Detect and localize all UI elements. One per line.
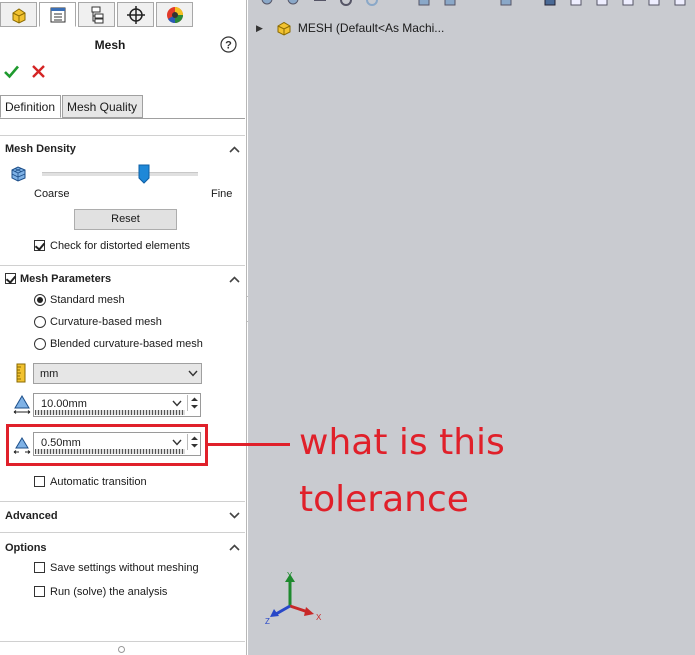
radio-standard-mesh[interactable] [34,294,46,306]
run-analysis-checkbox[interactable] [34,586,45,597]
chevron-down-icon[interactable] [229,512,240,519]
display-manager-icon [166,6,183,23]
advanced-title[interactable]: Advanced [5,510,58,522]
annotation-line-2: tolerance [299,479,469,520]
check-distorted-label[interactable]: Check for distorted elements [50,240,190,252]
spin-arrows-icon[interactable] [187,395,201,411]
tree-expand-arrow-icon[interactable]: ▶ [256,23,263,34]
property-manager-icon [50,7,65,22]
tree-item-label[interactable]: MESH (Default<As Machi... [298,21,444,35]
section-view-icon[interactable] [364,0,380,8]
y-axis-label: Y [287,571,293,580]
graphics-area[interactable]: ▶ MESH (Default<As Machi... Y X Z [248,0,695,655]
tab-definition[interactable]: Definition [0,95,61,118]
coordinate-triad: Y X Z [265,571,322,626]
tab-display-manager[interactable] [156,2,193,27]
chevron-up-icon[interactable] [229,146,240,153]
coarse-label: Coarse [34,188,70,200]
view-orientation-icon[interactable] [416,0,432,8]
z-axis-label: Z [265,617,270,626]
x-axis-arrowhead [304,607,314,616]
view-left-icon[interactable] [620,0,636,8]
hide-show-icon[interactable] [498,0,514,8]
tab-property-manager[interactable] [39,2,76,27]
mesh-density-slider-thumb[interactable] [138,164,150,184]
check-distorted-checkbox[interactable] [34,240,45,251]
mesh-density-icon [11,166,26,182]
element-size-thumbwheel[interactable] [35,410,185,415]
element-size-field[interactable]: 10.00mm [33,393,201,417]
svg-text:?: ? [225,40,232,52]
zoom-to-fit-icon[interactable] [260,0,276,8]
tab-divider [0,118,245,119]
mesh-density-slider-track[interactable] [42,172,198,176]
x-axis-label: X [316,613,322,622]
configuration-manager-icon [91,6,103,23]
automatic-transition-label[interactable]: Automatic transition [50,476,147,488]
flyout-tree-item[interactable]: ▶ MESH (Default<As Machi... [256,19,444,37]
curvature-mesh-label[interactable]: Curvature-based mesh [50,316,162,328]
rotate-icon[interactable] [338,0,354,8]
options-title[interactable]: Options [5,542,47,554]
annotation-connector-line [208,443,290,446]
previous-view-icon[interactable] [312,0,328,8]
feature-manager-icon [12,7,25,24]
group-separator [0,641,245,642]
manager-tabs [0,0,247,29]
property-manager-panel: Mesh ? Definition Mesh Quality Mesh Dens… [0,0,247,655]
view-top-icon[interactable] [672,0,688,8]
view-front-icon[interactable] [568,0,584,8]
save-without-meshing-checkbox[interactable] [34,562,45,573]
chevron-up-icon[interactable] [229,544,240,551]
ok-checkmark-icon[interactable] [3,63,20,80]
tab-feature-manager[interactable] [0,2,37,27]
radio-blended-curvature-mesh[interactable] [34,338,46,350]
annotation-line-1: what is this [299,422,505,463]
z-axis-arrow [275,604,291,616]
element-size-value[interactable]: 10.00mm [41,398,87,410]
annotation-text: what is this tolerance [299,414,599,528]
chevron-up-icon[interactable] [229,276,240,283]
unit-select-value: mm [40,368,59,380]
tab-mesh-quality[interactable]: Mesh Quality [62,95,143,118]
element-size-icon [13,395,31,414]
group-separator [0,501,245,502]
annotation-highlight-box [6,424,208,466]
group-separator [0,265,245,266]
fine-label: Fine [211,188,233,200]
panel-resize-handle[interactable] [118,646,125,653]
ruler-unit-icon [16,363,26,383]
view-cube-icon[interactable] [542,0,558,8]
help-icon[interactable]: ? [220,36,237,53]
part-icon [277,21,291,36]
panel-title: Mesh [94,38,126,52]
chevron-down-icon [188,370,198,377]
heads-up-view-toolbar [248,0,695,10]
mesh-density-title[interactable]: Mesh Density [5,143,76,155]
reset-button[interactable]: Reset [74,209,177,230]
blended-curvature-mesh-label[interactable]: Blended curvature-based mesh [50,338,203,350]
radio-curvature-mesh[interactable] [34,316,46,328]
automatic-transition-checkbox[interactable] [34,476,45,487]
unit-select[interactable]: mm [33,363,202,384]
save-without-meshing-label[interactable]: Save settings without meshing [50,562,199,574]
tab-dimxpert-manager[interactable] [117,2,154,27]
cancel-x-icon[interactable] [31,64,46,79]
view-right-icon[interactable] [646,0,662,8]
mesh-parameters-checkbox[interactable] [5,273,16,284]
zoom-area-icon[interactable] [286,0,302,8]
group-separator [0,532,245,533]
run-analysis-label[interactable]: Run (solve) the analysis [50,586,167,598]
view-back-icon[interactable] [594,0,610,8]
chevron-down-icon[interactable] [172,400,182,407]
tab-configuration-manager[interactable] [78,2,115,27]
mesh-parameters-title[interactable]: Mesh Parameters [20,273,111,285]
display-style-icon[interactable] [442,0,458,8]
dimxpert-icon [126,5,145,24]
standard-mesh-label[interactable]: Standard mesh [50,294,125,306]
group-separator [0,135,245,136]
